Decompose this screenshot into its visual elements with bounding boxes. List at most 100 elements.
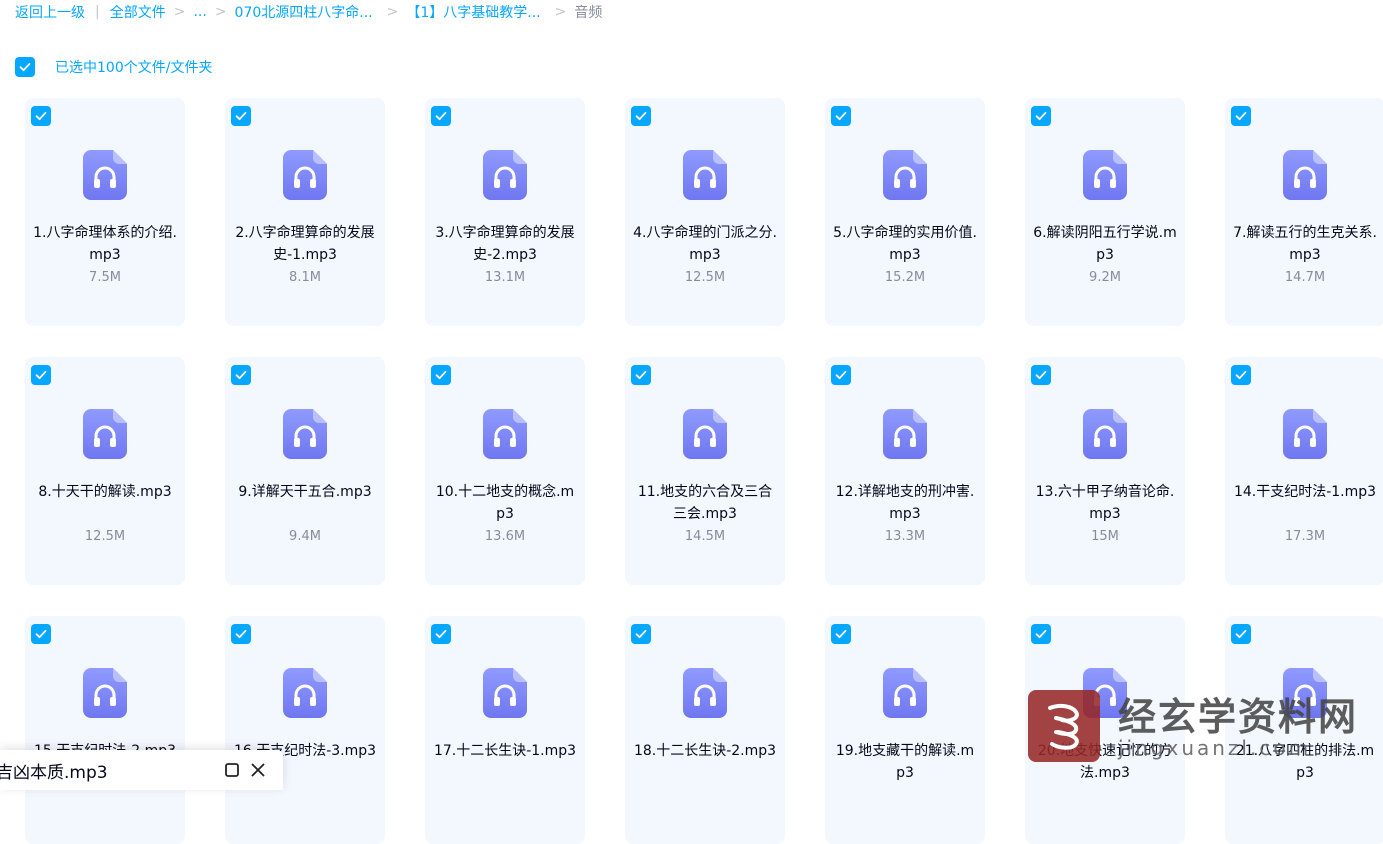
close-icon[interactable] [248,760,268,780]
file-checkbox[interactable] [31,365,51,385]
file-card[interactable]: 7.解读五行的生克关系.mp3 14.7M [1225,98,1383,326]
file-card[interactable]: 12.详解地支的刑冲害.mp3 13.3M [825,357,985,585]
file-name: 19.地支藏干的解读.mp3 [835,743,975,781]
breadcrumb: 返回上一级 | 全部文件 > ... > 070北源四柱八字命... > 【1】… [15,0,602,24]
chevron-right-icon: > [386,4,399,20]
audio-file-icon [683,150,727,200]
file-card[interactable]: 18.十二长生诀-2.mp3 [625,616,785,844]
file-size: 12.5M [684,270,726,285]
file-card[interactable]: 4.八字命理的门派之分.mp3 12.5M [625,98,785,326]
file-checkbox[interactable] [1231,624,1251,644]
file-checkbox[interactable] [231,624,251,644]
audio-file-icon [483,409,527,459]
checkmark-icon [835,111,847,121]
file-checkbox[interactable] [1031,624,1051,644]
file-checkbox[interactable] [431,624,451,644]
file-checkbox[interactable] [831,106,851,126]
breadcrumb-ellipsis[interactable]: ... [193,4,206,20]
file-checkbox[interactable] [831,365,851,385]
file-checkbox[interactable] [231,106,251,126]
file-name: 7.解读五行的生克关系.mp3 [1233,225,1377,263]
audio-file-icon [883,150,927,200]
file-name: 4.八字命理的门派之分.mp3 [633,225,777,263]
checkmark-icon [835,370,847,380]
audio-file-icon [283,150,327,200]
file-name: 3.八字命理算命的发展史-2.mp3 [435,225,575,263]
file-name: 6.解读阴阳五行学说.mp3 [1033,225,1177,263]
file-card[interactable]: 14.干支纪时法-1.mp3 17.3M [1225,357,1383,585]
audio-file-icon [1083,668,1127,718]
audio-file-icon [1083,409,1127,459]
file-checkbox[interactable] [31,106,51,126]
file-checkbox[interactable] [631,624,651,644]
file-checkbox[interactable] [431,106,451,126]
checkmark-icon [435,629,447,639]
file-card[interactable]: 6.解读阴阳五行学说.mp3 9.2M [1025,98,1185,326]
file-checkbox[interactable] [1231,365,1251,385]
file-name: 5.八字命理的实用价值.mp3 [833,225,977,263]
file-card[interactable]: 21.八字四柱的排法.mp3 [1225,616,1383,844]
file-checkbox[interactable] [1031,365,1051,385]
file-card[interactable]: 19.地支藏干的解读.mp3 [825,616,985,844]
file-card[interactable]: 9.详解天干五合.mp3 9.4M [225,357,385,585]
divider: | [95,4,100,20]
file-size: 14.7M [1284,270,1326,285]
file-size: 8.1M [289,270,321,285]
selection-count: 已选中100个文件/文件夹 [55,60,213,76]
audio-file-icon [1083,150,1127,200]
file-size: 12.5M [84,529,126,544]
chevron-right-icon: > [173,4,186,20]
file-card[interactable]: 3.八字命理算命的发展史-2.mp3 13.1M [425,98,585,326]
file-size: 14.5M [684,529,726,544]
checkmark-icon [35,370,47,380]
select-all-row: 已选中100个文件/文件夹 [15,56,212,78]
file-card[interactable]: 15.干支纪时法-2.mp3 [25,616,185,844]
file-name: 8.十天干的解读.mp3 [38,484,172,500]
file-name: 9.详解天干五合.mp3 [238,484,372,500]
file-checkbox[interactable] [631,365,651,385]
audio-file-icon [883,409,927,459]
select-all-checkbox[interactable] [15,57,35,77]
chevron-right-icon: > [214,4,227,20]
file-card[interactable]: 16.干支纪时法-3.mp3 [225,616,385,844]
file-card[interactable]: 1.八字命理体系的介绍.mp3 7.5M [25,98,185,326]
window-icon[interactable] [222,760,242,780]
checkmark-icon [835,629,847,639]
file-card[interactable]: 8.十天干的解读.mp3 12.5M [25,357,185,585]
file-checkbox[interactable] [631,106,651,126]
file-card[interactable]: 20.地支快速记忆的方法.mp3 [1025,616,1185,844]
file-card[interactable]: 2.八字命理算命的发展史-1.mp3 8.1M [225,98,385,326]
checkmark-icon [1035,111,1047,121]
file-name: 1.八字命理体系的介绍.mp3 [33,225,177,263]
audio-file-icon [1283,409,1327,459]
checkmark-icon [235,629,247,639]
checkmark-icon [1035,629,1047,639]
file-checkbox[interactable] [231,365,251,385]
audio-file-icon [83,409,127,459]
file-name: 10.十二地支的概念.mp3 [435,484,575,522]
breadcrumb-folder-2[interactable]: 【1】八字基础教学... [406,2,540,22]
file-card[interactable]: 11.地支的六合及三合三会.mp3 14.5M [625,357,785,585]
checkmark-icon [635,111,647,121]
file-checkbox[interactable] [1031,106,1051,126]
audio-file-icon [83,668,127,718]
checkmark-icon [35,111,47,121]
file-checkbox[interactable] [831,624,851,644]
file-size: 13.1M [484,270,526,285]
checkmark-icon [1035,370,1047,380]
file-checkbox[interactable] [1231,106,1251,126]
file-card[interactable]: 10.十二地支的概念.mp3 13.6M [425,357,585,585]
file-card[interactable]: 17.十二长生诀-1.mp3 [425,616,585,844]
file-checkbox[interactable] [31,624,51,644]
file-size: 13.3M [884,529,926,544]
file-card[interactable]: 13.六十甲子纳音论命.mp3 15M [1025,357,1185,585]
file-name: 17.十二长生诀-1.mp3 [433,743,577,759]
file-card[interactable]: 5.八字命理的实用价值.mp3 15.2M [825,98,985,326]
chevron-right-icon: > [554,4,567,20]
breadcrumb-all-files[interactable]: 全部文件 [110,2,166,22]
back-link[interactable]: 返回上一级 [15,2,85,22]
breadcrumb-folder-1[interactable]: 070北源四柱八字命... [235,2,373,22]
file-checkbox[interactable] [431,365,451,385]
file-name: 20.地支快速记忆的方法.mp3 [1037,743,1173,781]
breadcrumb-current: 音频 [574,5,603,21]
